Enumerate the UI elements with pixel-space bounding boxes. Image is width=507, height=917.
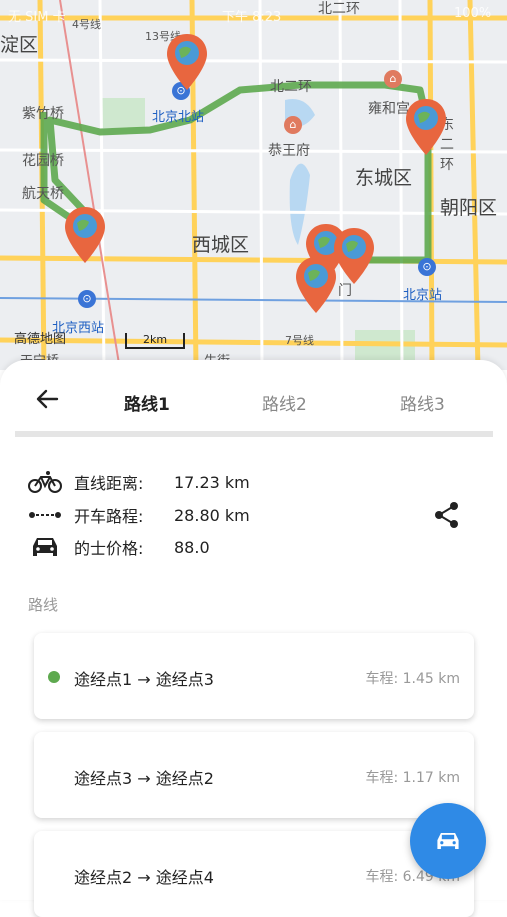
map-label: 西城区 xyxy=(192,234,250,256)
info-row-taxi: 的士价格: 88.0 xyxy=(28,533,210,561)
map-label: 北二环 xyxy=(318,1,360,17)
map-label: 北二环 xyxy=(270,79,312,95)
route-distance: 车程: 1.45 km xyxy=(365,671,460,687)
landmark-icon: ⌂ xyxy=(284,116,302,134)
map-label: 恭王府 xyxy=(268,143,310,159)
share-icon[interactable] xyxy=(432,500,462,530)
route-segment: 途经点3 → 途经点2 xyxy=(74,769,214,788)
info-label: 开车路程: xyxy=(74,507,144,526)
map-label: 淀区 xyxy=(0,34,39,56)
route-distance: 车程: 1.17 km xyxy=(365,770,460,786)
waypoint-pin-icon[interactable] xyxy=(294,255,338,315)
map-label: 7号线 xyxy=(285,334,314,347)
route-card[interactable]: 途经点1 → 途经点3 车程: 1.45 km xyxy=(34,633,474,719)
car-icon xyxy=(28,535,62,559)
info-row-distance: 直线距离: 17.23 km xyxy=(28,468,250,496)
map-label: 4号线 xyxy=(72,18,101,31)
status-carrier: 无 SIM 卡 xyxy=(8,10,66,25)
drive-fab-button[interactable] xyxy=(410,803,486,879)
map-scale: 2km xyxy=(125,333,185,349)
info-label: 直线距离: xyxy=(74,474,144,493)
car-icon xyxy=(437,833,459,849)
map-label: 朝阳区 xyxy=(440,197,498,219)
info-value: 88.0 xyxy=(174,537,210,557)
tab-divider xyxy=(15,431,493,437)
section-title: 路线 xyxy=(28,596,59,614)
map-label: 北京北站 xyxy=(152,110,205,125)
info-value: 17.23 km xyxy=(174,472,250,492)
status-time: 下午 8:23 xyxy=(222,10,282,25)
bicycle-icon xyxy=(28,470,62,494)
active-indicator xyxy=(48,671,60,683)
map-canvas xyxy=(0,0,507,370)
back-arrow-icon[interactable] xyxy=(33,385,61,413)
station-icon: ⊙ xyxy=(418,258,436,276)
info-value: 28.80 km xyxy=(174,505,250,525)
map-label: 花园桥 xyxy=(22,153,64,169)
dotted-line-icon xyxy=(28,503,62,527)
waypoint-pin-icon[interactable] xyxy=(332,226,376,286)
tab-route-1[interactable]: 路线1 xyxy=(124,390,170,415)
map-label: 东城区 xyxy=(355,167,413,189)
status-battery: 100% xyxy=(454,6,492,21)
route-card[interactable]: 途经点3 → 途经点2 车程: 1.17 km xyxy=(34,732,474,818)
tab-route-3[interactable]: 路线3 xyxy=(400,390,445,415)
station-icon: ⊙ xyxy=(78,290,96,308)
map-label: 航天桥 xyxy=(22,186,64,202)
info-label: 的士价格: xyxy=(74,539,144,558)
map-label: 紫竹桥 xyxy=(22,106,64,122)
tab-route-2[interactable]: 路线2 xyxy=(262,390,307,415)
waypoint-pin-icon[interactable] xyxy=(165,32,209,92)
route-segment: 途经点2 → 途经点4 xyxy=(74,868,214,887)
waypoint-pin-icon[interactable] xyxy=(63,205,107,265)
route-card[interactable]: 途经点2 → 途经点4 车程: 6.49 km xyxy=(34,831,474,917)
map-view[interactable]: 无 SIM 卡 下午 8:23 100% 淀区 紫竹桥 花园桥 航天桥 北京北站… xyxy=(0,0,507,370)
waypoint-pin-icon[interactable] xyxy=(404,97,448,157)
map-label: 北京站 xyxy=(403,288,443,303)
landmark-icon: ⌂ xyxy=(384,70,402,88)
info-row-driving: 开车路程: 28.80 km xyxy=(28,501,250,529)
amap-logo: 高德地图 xyxy=(14,332,67,347)
route-segment: 途经点1 → 途经点3 xyxy=(74,670,214,689)
